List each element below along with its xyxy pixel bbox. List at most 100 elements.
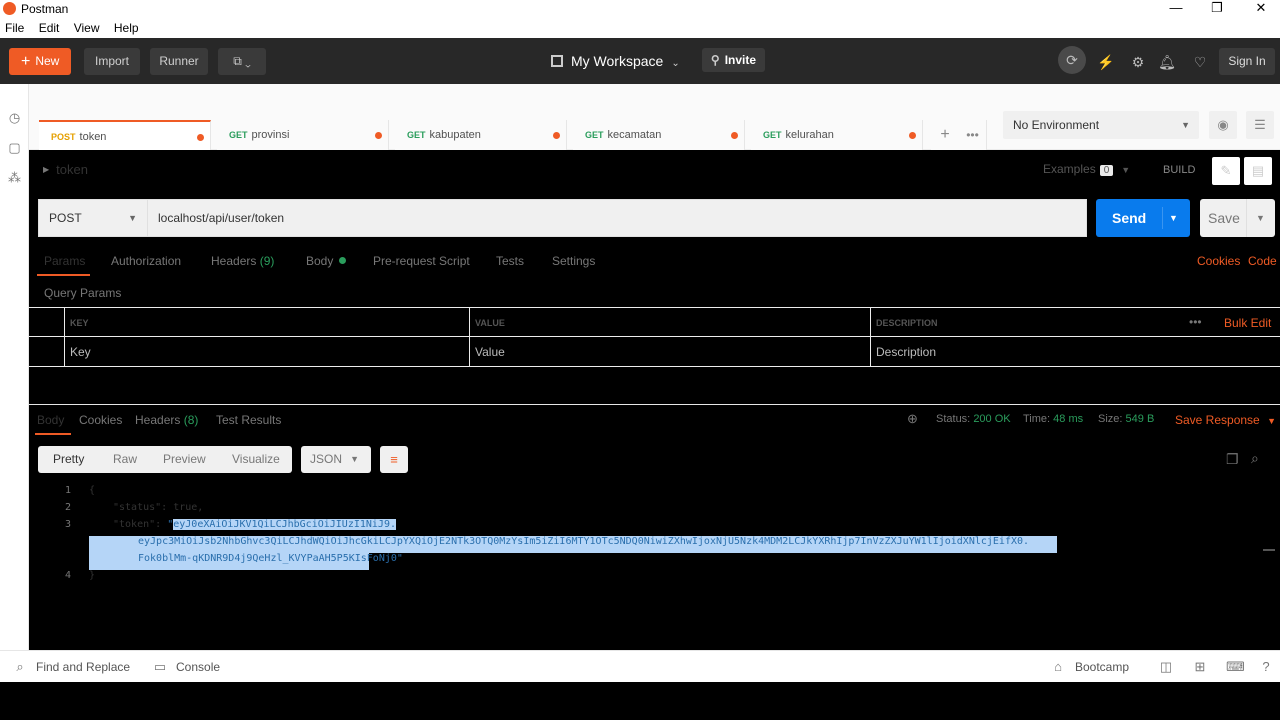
notification-bell-icon[interactable]: 🔔︎ — [1157, 52, 1177, 72]
code-line: } — [89, 570, 96, 581]
layout-icon[interactable]: ⊞ — [1192, 659, 1208, 675]
caret-down-icon: ▼ — [128, 213, 137, 223]
scrollbar-marker[interactable] — [1263, 549, 1275, 551]
new-window-button[interactable]: ⧉ ⌄ — [218, 48, 266, 75]
tab-label: token — [79, 131, 107, 143]
chevron-down-icon: ⌄ — [671, 58, 680, 69]
caret-down-icon[interactable]: ▼ — [1256, 199, 1265, 237]
response-status: Status: 200 OK — [936, 413, 1011, 425]
more-options-icon[interactable]: ••• — [1189, 308, 1202, 336]
method-selector[interactable]: POST ▼ — [38, 199, 147, 237]
tab-label: kecamatan — [607, 129, 662, 141]
bootcamp-button[interactable]: Bootcamp — [1075, 660, 1129, 674]
view-raw[interactable]: Raw — [113, 446, 137, 473]
two-pane-icon[interactable]: ◫ — [1158, 659, 1174, 675]
request-name[interactable]: ▶ token — [43, 162, 88, 177]
search-icon: ⌕ — [16, 659, 24, 674]
save-button[interactable]: Save ▼ — [1200, 199, 1275, 237]
tab-provinsi[interactable]: GET provinsi — [217, 120, 389, 150]
workspace-selector[interactable]: My Workspace ⌄ — [551, 48, 680, 75]
unsaved-dot-icon — [375, 132, 382, 139]
edit-icon[interactable]: ✎ — [1212, 157, 1240, 185]
tab-token[interactable]: POST token — [39, 120, 211, 150]
tab-kecamatan[interactable]: GET kecamatan — [573, 120, 745, 150]
find-and-replace-button[interactable]: Find and Replace — [36, 660, 130, 674]
search-icon[interactable]: ⌕ — [1251, 450, 1259, 467]
key-input[interactable]: Key — [64, 337, 469, 367]
documentation-icon[interactable]: ▤ — [1244, 157, 1272, 185]
tab-authorization[interactable]: Authorization — [111, 254, 181, 268]
new-button[interactable]: + New — [9, 48, 71, 75]
console-button[interactable]: Console — [176, 660, 220, 674]
settings-icon[interactable]: ⚙ — [1128, 52, 1148, 72]
apis-icon[interactable]: ⁂ — [7, 170, 22, 185]
tab-tests[interactable]: Tests — [496, 254, 524, 268]
url-input[interactable]: localhost/api/user/token — [147, 199, 1087, 237]
add-tab-icon[interactable]: + — [931, 120, 959, 150]
import-button[interactable]: Import — [84, 48, 140, 75]
code-link[interactable]: Code — [1248, 254, 1277, 268]
response-tab-cookies[interactable]: Cookies — [79, 413, 122, 427]
eye-icon[interactable]: ◉ — [1209, 111, 1237, 139]
sign-in-button[interactable]: Sign In — [1219, 48, 1275, 75]
keyboard-shortcuts-icon[interactable]: ⌨ — [1226, 659, 1245, 675]
help-icon[interactable]: ? — [1258, 659, 1274, 675]
query-params-table: KEY VALUE DESCRIPTION ••• Bulk Edit Key … — [29, 307, 1280, 367]
view-pretty[interactable]: Pretty — [53, 446, 84, 473]
history-icon[interactable]: ◷ — [7, 110, 22, 125]
user-plus-icon: ⚲ — [710, 53, 720, 67]
wrap-lines-icon[interactable]: ≡ — [380, 446, 408, 473]
satellite-icon[interactable]: ⚡ — [1096, 52, 1116, 72]
environment-settings-icon[interactable]: ☰ — [1246, 111, 1274, 139]
invite-button[interactable]: ⚲ Invite — [702, 48, 765, 72]
tab-prerequest-script[interactable]: Pre-request Script — [373, 254, 470, 268]
tab-settings[interactable]: Settings — [552, 254, 595, 268]
more-tabs-icon[interactable]: ••• — [959, 120, 987, 150]
response-tab-test-results[interactable]: Test Results — [216, 413, 281, 427]
tab-label: provinsi — [251, 129, 290, 141]
caret-down-icon: ▼ — [1181, 120, 1190, 130]
tab-body[interactable]: Body — [306, 254, 347, 268]
value-input[interactable]: Value — [469, 337, 870, 367]
tab-label: kabupaten — [429, 129, 481, 141]
tab-headers[interactable]: Headers (9) — [211, 254, 274, 268]
caret-down-icon: ▼ — [350, 454, 359, 464]
tab-kelurahan[interactable]: GET kelurahan — [751, 120, 923, 150]
send-button[interactable]: Send ▼ — [1096, 199, 1190, 237]
collections-icon[interactable]: ▢ — [7, 140, 22, 155]
cookies-link[interactable]: Cookies — [1197, 254, 1240, 268]
caret-down-icon: ▼ — [1121, 165, 1131, 175]
format-selector[interactable]: JSON ▼ — [301, 446, 371, 473]
heart-icon[interactable]: ♡ — [1190, 52, 1210, 72]
tab-label: kelurahan — [785, 129, 834, 141]
tab-method: GET — [585, 130, 604, 140]
bootcamp-icon: ⌂ — [1054, 659, 1062, 674]
environment-selector[interactable]: No Environment ▼ — [1003, 111, 1199, 139]
caret-down-icon[interactable]: ▼ — [1169, 199, 1178, 237]
sync-off-icon[interactable]: ⟳ — [1058, 46, 1086, 74]
view-preview[interactable]: Preview — [163, 446, 206, 473]
status-dot-icon — [339, 257, 347, 264]
response-tab-body[interactable]: Body — [35, 413, 71, 435]
copy-icon[interactable]: ❐ — [1226, 451, 1239, 468]
column-header-key: KEY — [64, 308, 469, 338]
code-line: "status": true, — [113, 502, 204, 513]
token-segment: eyJ0eXAiOiJKV1QiLCJhbGciOiJIUzI1NiJ9. — [173, 519, 396, 530]
unsaved-dot-icon — [731, 132, 738, 139]
column-header-description: DESCRIPTION — [870, 308, 1170, 338]
tab-kabupaten[interactable]: GET kabupaten — [395, 120, 567, 150]
save-response-dropdown[interactable]: Save Response ▼ — [1175, 413, 1276, 427]
column-header-value: VALUE — [469, 308, 870, 338]
response-size: Size: 549 B — [1098, 413, 1155, 425]
description-input[interactable]: Description — [870, 337, 1280, 367]
view-visualize[interactable]: Visualize — [232, 446, 280, 473]
runner-button[interactable]: Runner — [150, 48, 208, 75]
examples-dropdown[interactable]: Examples 0 ▼ — [1043, 162, 1130, 176]
build-label[interactable]: BUILD — [1163, 164, 1195, 176]
globe-icon[interactable]: ⊕ — [907, 411, 918, 427]
response-tab-headers[interactable]: Headers (8) — [135, 413, 198, 427]
tab-method: GET — [407, 130, 426, 140]
bulk-edit-link[interactable]: Bulk Edit — [1224, 308, 1271, 338]
tab-method: POST — [51, 132, 76, 142]
tab-params[interactable]: Params — [37, 254, 90, 276]
